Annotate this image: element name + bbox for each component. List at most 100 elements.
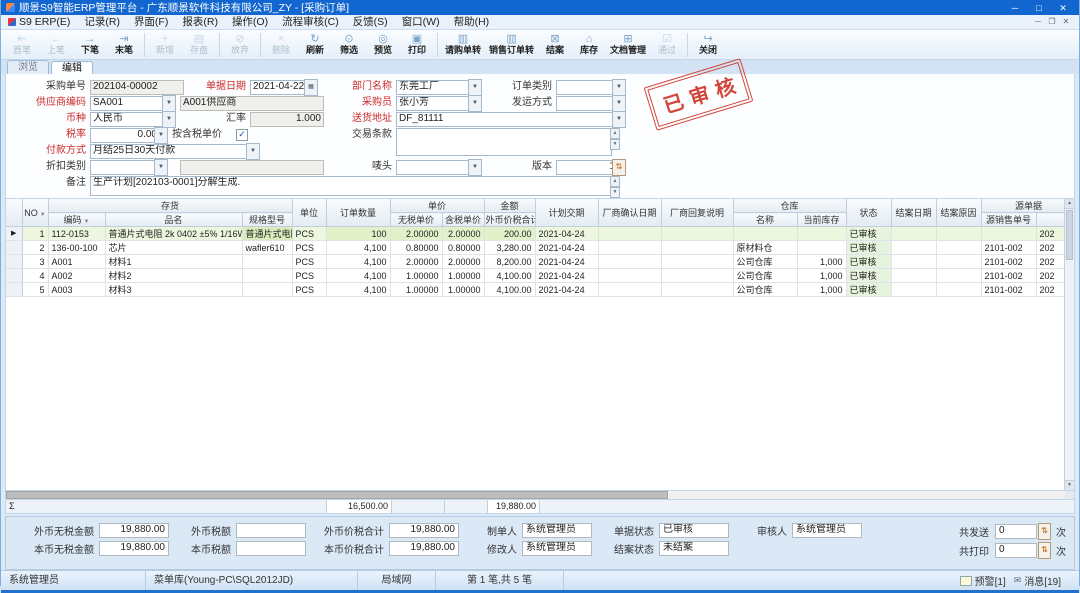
cell-reply[interactable]	[661, 269, 733, 283]
col-header-vendor-confirm-date[interactable]: 厂商确认日期	[598, 199, 661, 227]
filter-icon[interactable]: ▼	[84, 219, 90, 225]
payment-field[interactable]: 月结25日30天付款	[90, 144, 252, 159]
send-counter-spinner[interactable]: ⇅	[1038, 523, 1051, 540]
cell-src2[interactable]: 202	[1036, 269, 1064, 283]
cell-close_reason[interactable]	[936, 227, 981, 241]
cell-confirm[interactable]	[598, 283, 661, 297]
cell-src2[interactable]: 202	[1036, 227, 1064, 241]
cell-price1[interactable]: 2.00000	[390, 255, 442, 269]
supplier-code-dropdown-icon[interactable]: ▼	[162, 95, 176, 112]
table-row[interactable]: 4A002材料2PCS4,1001.000001.000004,100.0020…	[6, 269, 1064, 283]
cell-reply[interactable]	[661, 241, 733, 255]
toolbar-button-打印[interactable]: ▣打印	[400, 31, 434, 59]
col-header-name[interactable]: 品名	[105, 213, 242, 227]
summary-value-本币税额[interactable]	[236, 541, 306, 556]
cell-name[interactable]: 材料1	[105, 255, 242, 269]
cell-qty[interactable]: 4,100	[326, 269, 390, 283]
cell-no[interactable]: 4	[22, 269, 48, 283]
cell-qty[interactable]: 100	[326, 227, 390, 241]
cell-spec[interactable]	[242, 255, 292, 269]
po-no-field[interactable]: 202104-00002	[90, 80, 184, 95]
print-counter-spinner[interactable]: ⇅	[1038, 542, 1051, 559]
cell-amt[interactable]: 3,280.00	[484, 241, 535, 255]
cell-confirm[interactable]	[598, 241, 661, 255]
cell-due[interactable]: 2021-04-24	[535, 269, 598, 283]
dept-dropdown-icon[interactable]: ▼	[468, 79, 482, 96]
maximize-icon[interactable]: □	[1027, 1, 1051, 15]
cell-close_reason[interactable]	[936, 283, 981, 297]
cell-code[interactable]: A002	[48, 269, 105, 283]
col-header-no[interactable]: NO▼	[22, 199, 48, 227]
col-header-code[interactable]: 编码▼	[48, 213, 105, 227]
cell-status[interactable]: 已审核	[846, 269, 891, 283]
menu-item-7[interactable]: 反馈(S)	[346, 15, 395, 29]
tab-browse[interactable]: 浏览	[7, 60, 49, 74]
ship-method-dropdown-icon[interactable]: ▼	[612, 95, 626, 112]
summary-value-本币无税金额[interactable]: 19,880.00	[99, 541, 169, 556]
tab-edit[interactable]: 编辑	[51, 61, 93, 75]
cell-due[interactable]: 2021-04-24	[535, 283, 598, 297]
send-counter-value[interactable]: 0	[995, 524, 1037, 539]
summary-value-制单人[interactable]: 系统管理员	[522, 523, 592, 538]
row-indicator-header[interactable]	[6, 199, 22, 227]
cell-amt[interactable]: 4,100.00	[484, 283, 535, 297]
summary-value-结案状态[interactable]: 未结案	[659, 541, 729, 556]
col-group-inventory[interactable]: 存货	[48, 199, 292, 213]
buyer-dropdown-icon[interactable]: ▼	[468, 95, 482, 112]
currency-dropdown-icon[interactable]: ▼	[162, 111, 176, 128]
col-header-close-date[interactable]: 结案日期	[891, 199, 936, 227]
cell-reply[interactable]	[661, 283, 733, 297]
col-group-amount[interactable]: 金额	[484, 199, 535, 213]
remark-field[interactable]: 生产计划[202103-0001]分解生成.	[90, 176, 612, 196]
col-group-price[interactable]: 单价	[390, 199, 484, 213]
cell-src2[interactable]: 202	[1036, 283, 1064, 297]
toolbar-button-刷新[interactable]: ↻刷新	[298, 31, 332, 59]
toolbar-button-关闭[interactable]: ↪关闭	[691, 31, 725, 59]
menu-item-1[interactable]: S9 ERP(E)	[1, 15, 77, 29]
menu-item-6[interactable]: 流程审核(C)	[275, 15, 346, 29]
tax-rate-dropdown-icon[interactable]: ▼	[154, 127, 168, 144]
cell-close_date[interactable]	[891, 255, 936, 269]
cell-code[interactable]: 112-0153	[48, 227, 105, 241]
cell-status[interactable]: 已审核	[846, 283, 891, 297]
cell-price2[interactable]: 1.00000	[442, 269, 484, 283]
cell-src_no[interactable]: 2101-002	[981, 255, 1036, 269]
table-row[interactable]: 3A001材料1PCS4,1002.000002.000008,200.0020…	[6, 255, 1064, 269]
cell-status[interactable]: 已审核	[846, 255, 891, 269]
discount-type-dropdown-icon[interactable]: ▼	[154, 159, 168, 176]
cell-wh[interactable]: 公司仓库	[733, 283, 797, 297]
cell-price2[interactable]: 2.00000	[442, 227, 484, 241]
cell-code[interactable]: A001	[48, 255, 105, 269]
cell-confirm[interactable]	[598, 255, 661, 269]
mark-dropdown-icon[interactable]: ▼	[468, 159, 482, 176]
cell-no[interactable]: 1	[22, 227, 48, 241]
toolbar-button-库存[interactable]: ⌂库存	[572, 31, 606, 59]
cell-name[interactable]: 材料3	[105, 283, 242, 297]
cell-no[interactable]: 2	[22, 241, 48, 255]
cell-close_date[interactable]	[891, 227, 936, 241]
horizontal-scrollbar[interactable]	[5, 491, 1075, 500]
cell-price2[interactable]: 1.00000	[442, 283, 484, 297]
cell-confirm[interactable]	[598, 227, 661, 241]
version-spinner[interactable]: ⇅	[612, 159, 626, 176]
summary-value-外币价税合计[interactable]: 19,880.00	[389, 523, 459, 538]
cell-price1[interactable]: 0.80000	[390, 241, 442, 255]
cell-price1[interactable]: 1.00000	[390, 283, 442, 297]
menu-item-2[interactable]: 记录(R)	[77, 15, 127, 29]
cell-wh[interactable]	[733, 227, 797, 241]
col-header-source-sales-no[interactable]: 源销售单号	[981, 213, 1036, 227]
cell-unit[interactable]: PCS	[292, 269, 326, 283]
trade-terms-field[interactable]	[396, 128, 612, 156]
cell-amt[interactable]: 4,100.00	[484, 269, 535, 283]
cell-confirm[interactable]	[598, 269, 661, 283]
cell-close_reason[interactable]	[936, 269, 981, 283]
cell-close_date[interactable]	[891, 283, 936, 297]
col-header-status[interactable]: 状态	[846, 199, 891, 227]
cell-code[interactable]: 136-00-100	[48, 241, 105, 255]
ship-method-field[interactable]	[556, 96, 618, 111]
toolbar-button-请购单转[interactable]: ▥请购单转	[441, 31, 485, 59]
mdi-restore-icon[interactable]: ❐	[1045, 16, 1059, 28]
toolbar-button-结案[interactable]: ⊠结案	[538, 31, 572, 59]
toolbar-button-末笔[interactable]: ⇥末笔	[107, 31, 141, 59]
cell-close_date[interactable]	[891, 269, 936, 283]
